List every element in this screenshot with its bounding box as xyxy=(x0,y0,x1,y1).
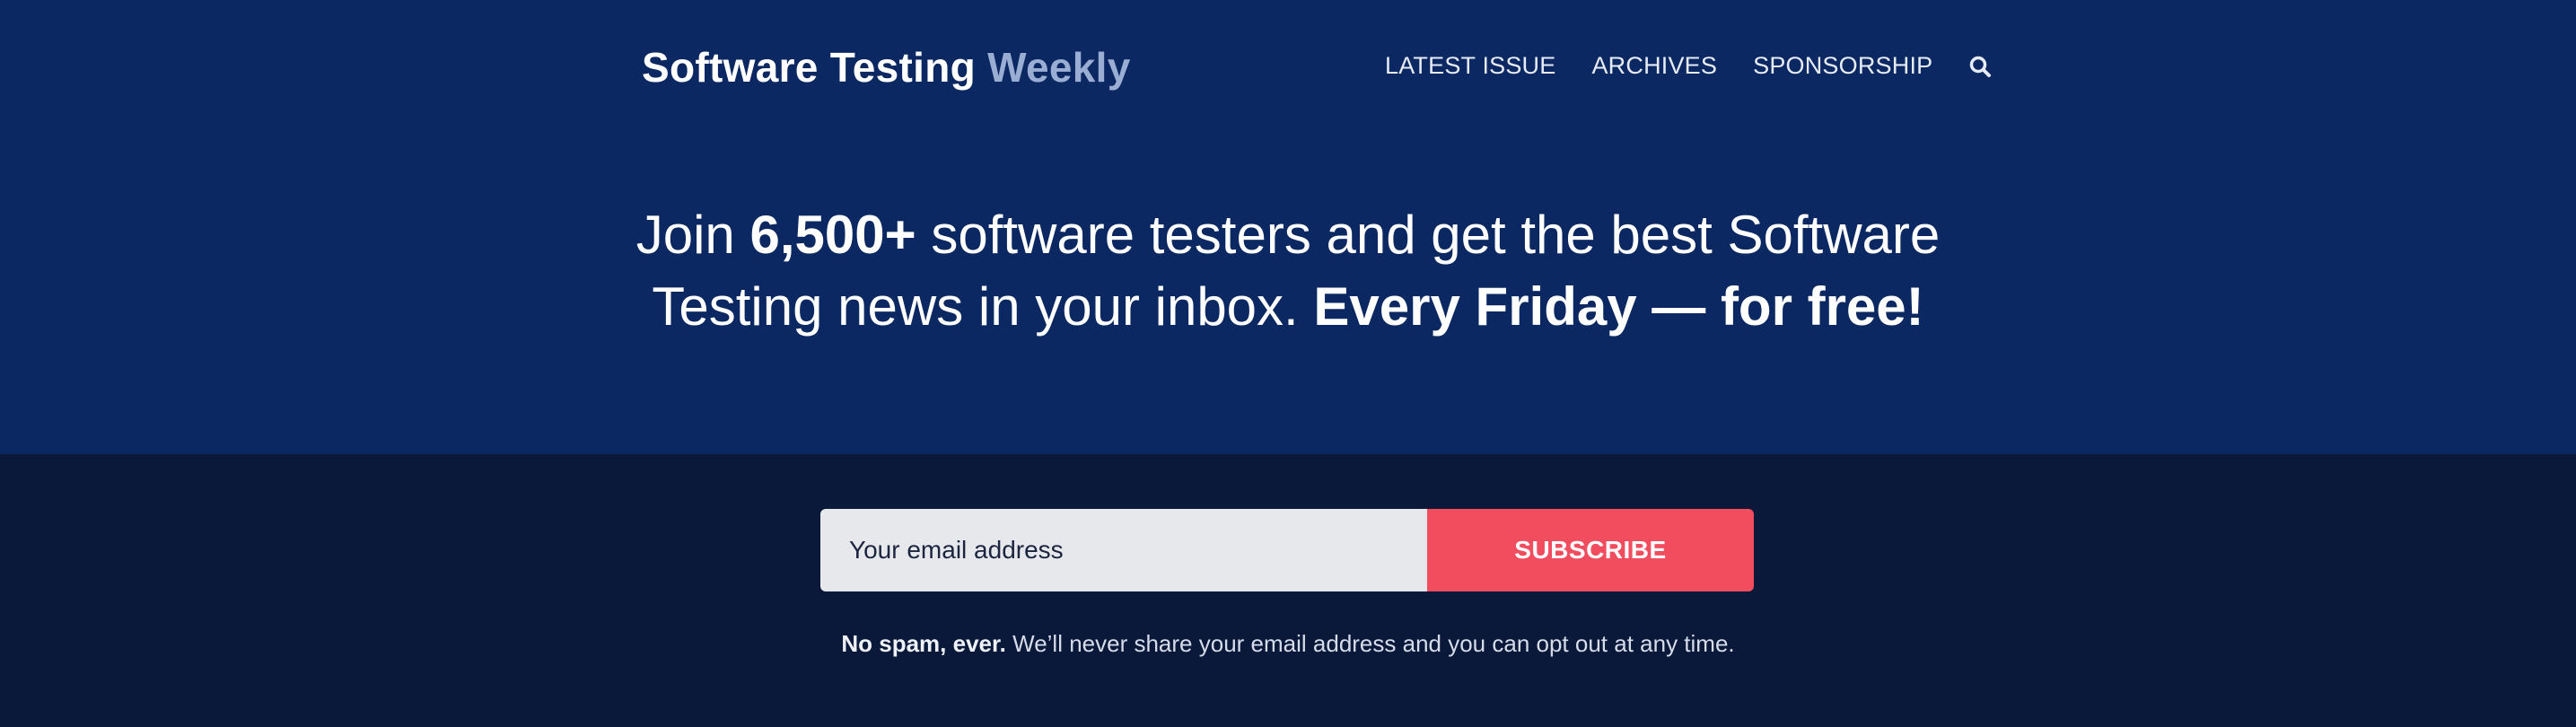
hero-text-1: Join xyxy=(635,205,750,265)
privacy-note-bold: No spam, ever. xyxy=(841,630,1006,657)
nav-sponsorship[interactable]: SPONSORSHIP xyxy=(1753,52,1932,80)
subscriber-count: 6,500+ xyxy=(749,205,916,265)
subscribe-form: SUBSCRIBE xyxy=(820,509,1754,591)
brand-name: Software Testing xyxy=(642,44,976,91)
hero-section: Software Testing Weekly LATEST ISSUE ARC… xyxy=(0,0,2576,454)
nav-archives[interactable]: ARCHIVES xyxy=(1591,52,1717,80)
privacy-note: No spam, ever. We’ll never share your em… xyxy=(0,630,2576,658)
hero-headline: Join 6,500+ software testers and get the… xyxy=(570,199,2006,343)
hero-emphasis: Every Friday — for free! xyxy=(1313,276,1924,337)
privacy-note-text: We’ll never share your email address and… xyxy=(1005,630,1735,657)
main-nav: LATEST ISSUE ARCHIVES SPONSORSHIP xyxy=(1385,52,1992,80)
search-icon[interactable] xyxy=(1968,55,1992,78)
brand-accent: Weekly xyxy=(987,44,1131,91)
subscribe-button[interactable]: SUBSCRIBE xyxy=(1427,509,1754,591)
nav-latest-issue[interactable]: LATEST ISSUE xyxy=(1385,52,1555,80)
site-logo[interactable]: Software Testing Weekly xyxy=(642,43,1131,92)
email-input[interactable] xyxy=(820,509,1427,591)
signup-section: SUBSCRIBE No spam, ever. We’ll never sha… xyxy=(0,454,2576,727)
